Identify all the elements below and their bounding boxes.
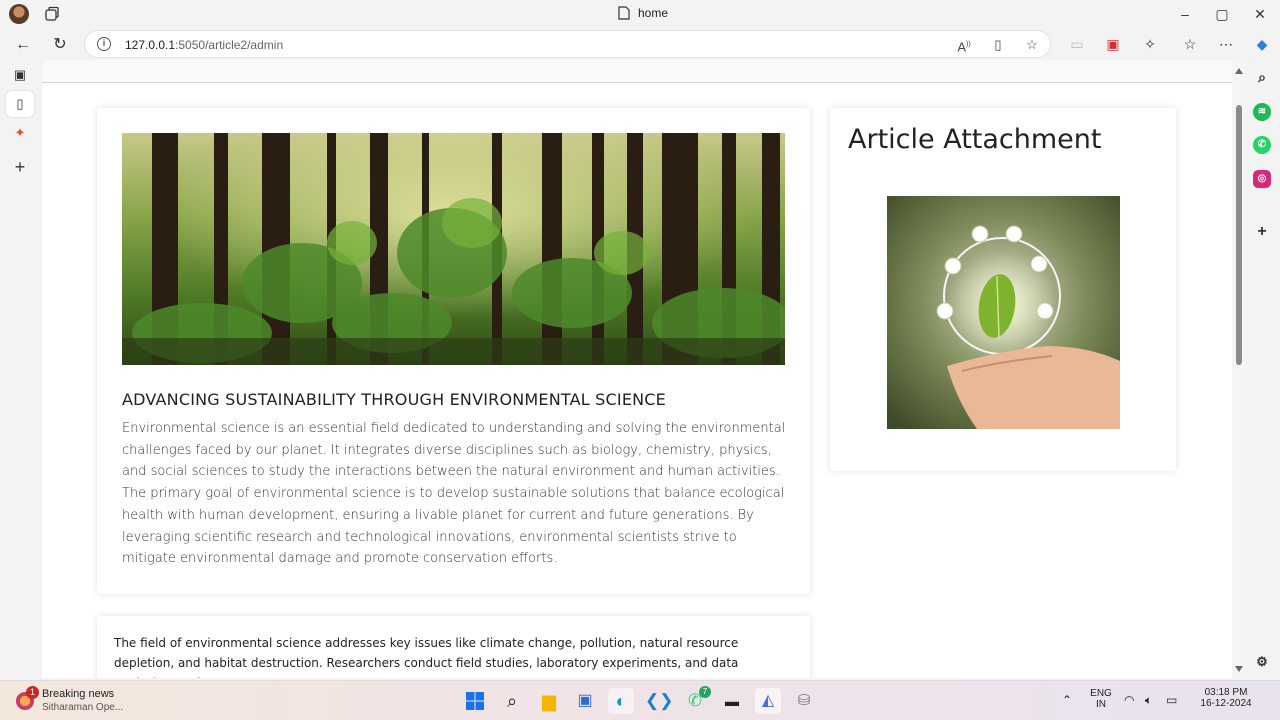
page-viewport: ADVANCING SUSTAINABILITY THROUGH ENVIRON… <box>42 60 1246 678</box>
spotify-icon[interactable]: ≋ <box>1253 103 1271 121</box>
extensions-puzzle-icon[interactable]: ✧ <box>1139 33 1161 55</box>
whatsapp-badge: 7 <box>699 686 711 698</box>
url-host: 127.0.0.1 <box>125 38 176 52</box>
second-card-body: The field of environmental science addre… <box>114 636 739 678</box>
battery-icon[interactable]: ▭ <box>1166 693 1177 720</box>
read-aloud-icon[interactable]: A)) <box>955 36 973 54</box>
browser-toolbar: ← ↻ i 127.0.0.1:5050/article2/admin A)) … <box>0 28 1280 60</box>
tab-title: home <box>618 6 668 20</box>
minimize-button[interactable]: – <box>1175 4 1195 24</box>
edge-sidebar: ⌕ ≋ ✆ ◎ + ⚙ <box>1246 60 1280 678</box>
sidebar-settings-icon[interactable]: ⚙ <box>1253 653 1271 671</box>
profile-avatar[interactable] <box>9 4 29 24</box>
refresh-button[interactable]: ↻ <box>48 33 72 57</box>
attachment-image[interactable] <box>887 196 1120 429</box>
whatsapp-taskbar-icon[interactable]: ✆ 7 <box>682 686 711 714</box>
clock[interactable]: 03:18 PM 16-12-2024 <box>1196 687 1256 720</box>
page-scrollbar[interactable] <box>1232 60 1246 678</box>
site-info-icon[interactable]: i <box>97 37 111 51</box>
vertical-tab-strip: ▣ ▯ ✦ + <box>0 60 42 678</box>
news-subtitle: Sitharaman Ope... <box>42 702 124 713</box>
database-app-icon[interactable]: ⛁ <box>791 688 817 714</box>
search-icon[interactable]: ⌕ <box>1253 68 1271 86</box>
favorite-star-icon[interactable]: ☆ <box>1023 36 1041 54</box>
add-sidebar-app-icon[interactable]: + <box>1253 223 1271 241</box>
article-body: Environmental science is an essential fi… <box>122 421 786 567</box>
attachment-card: Article Attachment <box>830 108 1176 471</box>
article-hero-image <box>122 133 785 365</box>
file-explorer-icon[interactable]: ▆ <box>536 688 562 714</box>
news-headline: Breaking news <box>42 688 115 700</box>
split-screen-icon[interactable]: ▭ <box>1066 33 1088 55</box>
page-header-strip <box>42 60 1232 83</box>
url-text[interactable]: 127.0.0.1:5050/article2/admin <box>125 38 283 52</box>
new-tab-icon[interactable]: + <box>10 157 30 177</box>
terminal-icon[interactable]: ▬ <box>719 688 745 714</box>
tab-actions-icon[interactable]: ▣ <box>10 65 30 85</box>
extension-icon[interactable]: ▣ <box>1102 33 1124 55</box>
tab-title-text: home <box>638 6 669 20</box>
article-second-card: The field of environmental science addre… <box>97 616 810 678</box>
tray-overflow-chevron-icon[interactable]: ⌃ <box>1062 693 1072 720</box>
favorites-icon[interactable]: ☆ <box>1179 33 1201 55</box>
address-bar[interactable]: i 127.0.0.1:5050/article2/admin A)) ▯ ☆ <box>84 30 1051 58</box>
back-button[interactable]: ← <box>11 33 35 57</box>
whatsapp-icon[interactable]: ✆ <box>1253 136 1271 154</box>
taskbar-search-icon[interactable]: ⌕ <box>499 688 525 714</box>
scroll-down-arrow-icon[interactable] <box>1235 666 1243 672</box>
volume-icon[interactable]: 🔈︎ <box>1145 693 1152 720</box>
windows-taskbar: 1 Breaking news Sitharaman Ope... ⌕ ▆ ▣ … <box>0 680 1280 720</box>
vscode-icon[interactable]: ❮❯ <box>645 688 674 714</box>
news-badge: 1 <box>26 686 39 699</box>
start-button-windows-icon[interactable] <box>462 688 488 714</box>
clock-time: 03:18 PM <box>1204 687 1248 698</box>
clock-date: 16-12-2024 <box>1200 698 1252 709</box>
edge-browser-icon[interactable]: ◐ <box>608 688 634 714</box>
more-menu-icon[interactable]: ⋯ <box>1215 33 1237 55</box>
article-title: ADVANCING SUSTAINABILITY THROUGH ENVIRON… <box>122 390 666 409</box>
close-window-button[interactable]: ✕ <box>1250 4 1270 24</box>
language-code: ENG <box>1090 688 1112 699</box>
news-widget[interactable]: 1 Breaking news Sitharaman Ope... <box>14 686 154 716</box>
scrollbar-thumb[interactable] <box>1236 105 1242 365</box>
copilot-icon[interactable]: ◆ <box>1251 33 1273 55</box>
region-code: IN <box>1096 699 1106 710</box>
microsoft-store-icon[interactable]: ▣ <box>572 688 598 714</box>
pinned-app-icon[interactable]: ◭ <box>755 688 781 714</box>
language-indicator[interactable]: ENG IN <box>1088 688 1114 720</box>
attachment-title: Article Attachment <box>848 124 1102 155</box>
wifi-icon[interactable]: ◠ <box>1124 693 1134 720</box>
workspaces-icon[interactable] <box>44 6 60 22</box>
immersive-reader-icon[interactable]: ▯ <box>989 36 1007 54</box>
active-tab-page-icon[interactable]: ▯ <box>6 91 34 117</box>
url-path: :5050/article2/admin <box>175 38 284 52</box>
figma-tab-icon[interactable]: ✦ <box>10 123 30 143</box>
maximize-button[interactable]: ▢ <box>1212 4 1232 24</box>
instagram-icon[interactable]: ◎ <box>1253 170 1271 188</box>
scroll-up-arrow-icon[interactable] <box>1235 68 1243 74</box>
page-icon <box>618 6 630 20</box>
article-card: ADVANCING SUSTAINABILITY THROUGH ENVIRON… <box>97 108 810 594</box>
browser-title-bar: home – ▢ ✕ <box>0 0 1280 28</box>
